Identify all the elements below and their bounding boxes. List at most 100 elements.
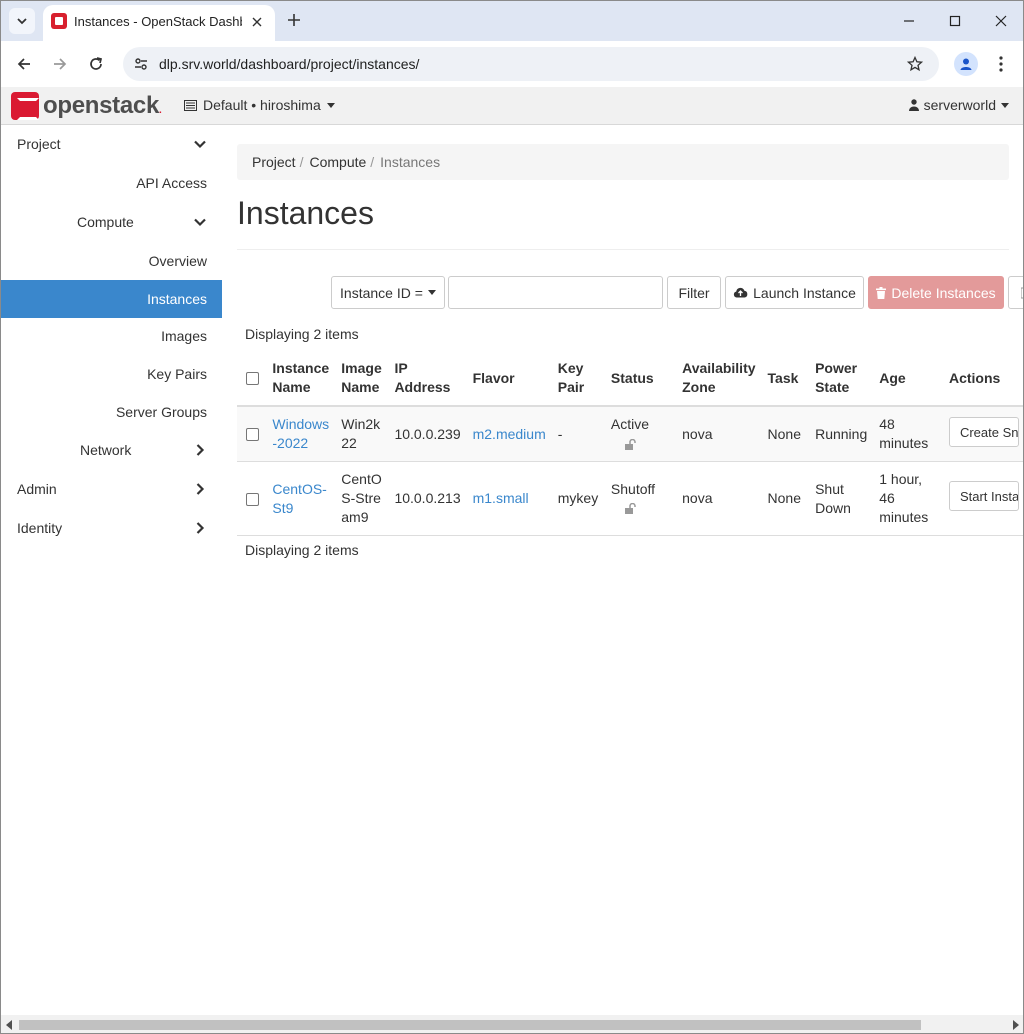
user-menu[interactable]: serverworld (908, 97, 1009, 113)
site-info-icon[interactable] (131, 54, 151, 74)
actions-cell: Start Instance (942, 461, 1023, 536)
breadcrumb-item-project[interactable]: Project (252, 154, 296, 170)
minimize-button[interactable] (897, 9, 921, 33)
sidebar-item-network[interactable]: Network (1, 431, 222, 469)
filter-button[interactable]: Filter (667, 276, 721, 309)
arrow-left-icon (17, 58, 30, 70)
instance-name-cell: CentOS- St9 (266, 461, 336, 536)
column-key-pair[interactable]: Key Pair (551, 351, 605, 407)
close-icon (995, 15, 1007, 27)
sidebar-item-label: Key Pairs (147, 366, 207, 382)
flavor-cell: m2.medium (466, 406, 552, 462)
column-age[interactable]: Age (873, 351, 943, 407)
row-checkbox[interactable] (246, 428, 259, 442)
item-count-bottom: Displaying 2 items (245, 542, 359, 558)
main-content: Project / Compute / Instances Instances In… (237, 125, 1023, 1015)
more-actions-button[interactable] (1008, 276, 1023, 309)
flavor-link[interactable]: m1.small (473, 490, 529, 506)
project-selector-label: Default • hiroshima (203, 97, 321, 113)
chevron-right-icon (196, 522, 205, 534)
browser-tab[interactable]: Instances - OpenStack Dashboard (43, 5, 275, 41)
kebab-menu-icon (999, 56, 1003, 72)
project-selector[interactable]: Default • hiroshima (184, 97, 335, 113)
user-name: serverworld (923, 97, 996, 113)
browser-menu-button[interactable] (991, 52, 1011, 76)
person-icon (960, 58, 972, 70)
chevron-right-icon (196, 444, 205, 456)
select-all-checkbox[interactable] (246, 372, 259, 386)
unlock-icon (624, 438, 636, 450)
maximize-icon (949, 15, 961, 27)
delete-instances-button[interactable]: Delete Instances (868, 276, 1004, 309)
column-ip-address[interactable]: IP Address (388, 351, 467, 407)
maximize-button[interactable] (943, 9, 967, 33)
back-button[interactable] (12, 52, 36, 76)
scroll-right-icon[interactable] (1013, 1020, 1019, 1030)
browser-toolbar: dlp.srv.world/dashboard/project/instance… (1, 41, 1023, 87)
column-instance-name[interactable]: Instance Name (266, 351, 336, 407)
column-availability-zone[interactable]: Availability Zone (676, 351, 762, 407)
sidebar-item-compute[interactable]: Compute (1, 203, 222, 241)
openstack-logo[interactable]: openstack. (11, 92, 162, 120)
tab-search-button[interactable] (9, 8, 35, 34)
create-snapshot-button[interactable]: Create Snapshot (948, 416, 1019, 447)
browser-window: Instances - OpenStack Dashboard (0, 0, 1024, 1034)
reload-button[interactable] (84, 52, 108, 76)
address-bar[interactable]: dlp.srv.world/dashboard/project/instance… (123, 47, 939, 81)
breadcrumb-item-compute[interactable]: Compute (309, 154, 366, 170)
sidebar-item-admin[interactable]: Admin (1, 470, 222, 508)
sidebar-item-identity[interactable]: Identity (1, 509, 222, 547)
arrow-right-icon (54, 58, 67, 70)
title-divider (237, 249, 1009, 250)
launch-instance-button[interactable]: Launch Instance (725, 276, 864, 309)
start-instance-button[interactable]: Start Instance (948, 481, 1019, 511)
tab-title: Instances - OpenStack Dashboard (74, 14, 242, 29)
filter-field-dropdown[interactable]: Instance ID = (331, 276, 445, 309)
page-title: Instances (237, 195, 374, 231)
breadcrumb-item-instances: Instances (380, 154, 441, 170)
caret-down-icon (1001, 102, 1009, 108)
window-close-button[interactable] (989, 9, 1013, 33)
row-checkbox[interactable] (246, 492, 259, 506)
filter-input[interactable] (448, 276, 663, 309)
status-text: Shutoff (610, 480, 656, 497)
column-status[interactable]: Status (604, 351, 677, 407)
sidebar-item-key-pairs[interactable]: Key Pairs (1, 355, 222, 393)
bookmark-star-button[interactable] (905, 54, 925, 74)
column-power-state[interactable]: Power State (809, 351, 874, 407)
age-cell: 48 minutes (873, 406, 943, 462)
task-cell: None (761, 406, 810, 462)
sidebar-item-overview[interactable]: Overview (1, 242, 222, 280)
column-actions: Actions (942, 351, 1023, 407)
new-tab-button[interactable] (283, 9, 305, 31)
flavor-cell: m1.small (466, 461, 552, 536)
table-row: CentOS- St9 CentO S-Stre am9 10.0.0.213 m1.… (237, 461, 1023, 536)
instance-name-link[interactable]: Windows -2022 (272, 416, 329, 451)
sidebar-item-project[interactable]: Project (1, 125, 222, 163)
scrollbar-thumb[interactable] (19, 1020, 921, 1030)
profile-button[interactable] (954, 52, 978, 76)
scroll-left-icon[interactable] (6, 1020, 12, 1030)
column-flavor[interactable]: Flavor (466, 351, 552, 407)
sidebar-item-images[interactable]: Images (1, 317, 222, 355)
horizontal-scrollbar[interactable] (1, 1015, 1023, 1033)
close-icon (252, 17, 262, 27)
chevron-down-icon (194, 218, 206, 227)
reload-icon (90, 57, 103, 70)
sidebar-item-api-access[interactable]: API Access (1, 164, 222, 202)
flavor-link[interactable]: m2.medium (473, 426, 546, 442)
column-task[interactable]: Task (761, 351, 810, 407)
sidebar-item-label: Network (80, 442, 132, 458)
minimize-icon (904, 20, 914, 22)
sidebar-item-instances[interactable]: Instances (1, 280, 222, 318)
logo-text: openstack. (43, 92, 162, 119)
sidebar-item-server-groups[interactable]: Server Groups (1, 393, 222, 431)
tab-close-button[interactable] (247, 12, 267, 32)
forward-button[interactable] (48, 52, 72, 76)
openstack-header: openstack. Default • hiroshima serverwor… (1, 87, 1023, 125)
column-image-name[interactable]: Image Name (335, 351, 389, 407)
status-cell: Active (604, 406, 677, 462)
user-icon (908, 99, 919, 111)
instance-name-link[interactable]: CentOS- St9 (272, 481, 326, 516)
chevron-down-icon (17, 18, 27, 25)
